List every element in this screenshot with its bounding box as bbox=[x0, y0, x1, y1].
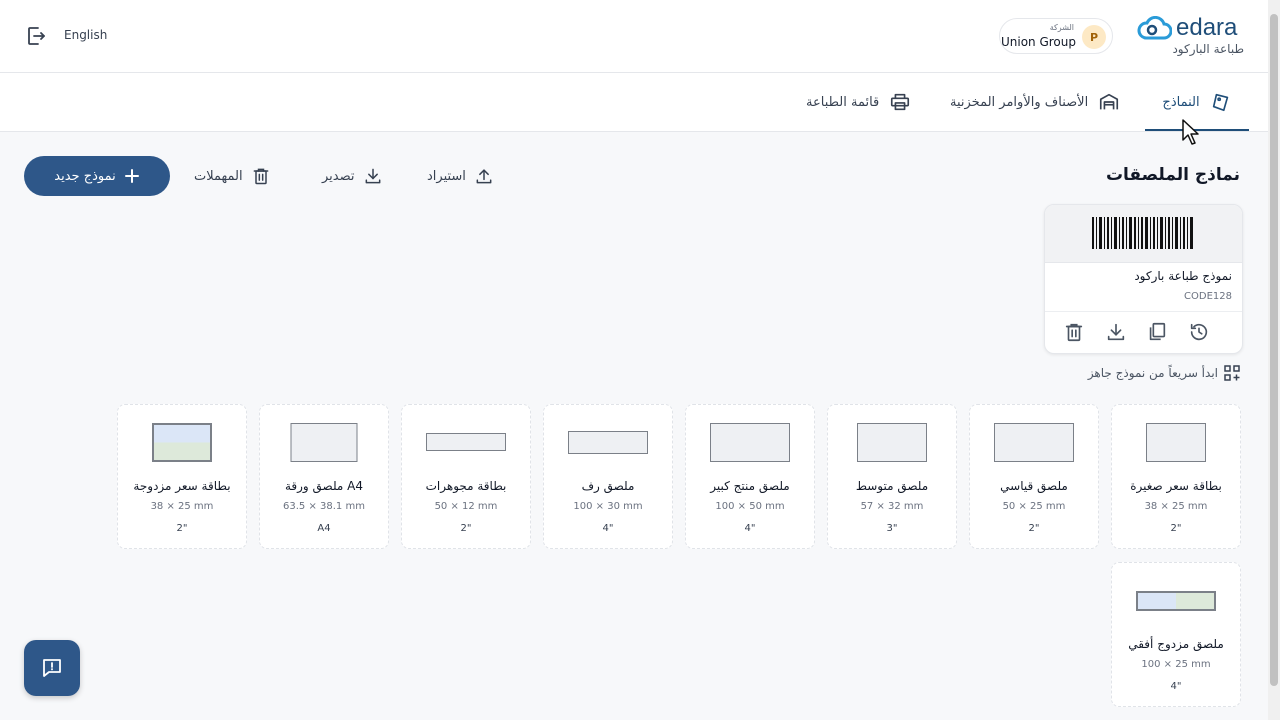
delete-template-icon[interactable] bbox=[1063, 321, 1085, 343]
barcode-icon bbox=[1092, 217, 1193, 249]
preset-name: ملصق متوسط bbox=[855, 479, 929, 493]
preset-size: 57 × 32 mm bbox=[860, 501, 924, 512]
label-shape bbox=[290, 423, 358, 462]
preset-unit: 2" bbox=[1170, 523, 1182, 534]
page-title: نماذج الملصقات bbox=[1105, 165, 1240, 185]
new-template-button[interactable]: نموذج جديد bbox=[24, 156, 170, 196]
quick-start-heading: ابدأ سريعاً من نموذج جاهز bbox=[1088, 365, 1240, 381]
preset-name: ملصق ورقة A4 bbox=[284, 479, 364, 493]
quick-start-label: ابدأ سريعاً من نموذج جاهز bbox=[1087, 366, 1218, 380]
preset-unit: 2" bbox=[1028, 523, 1040, 534]
tab-items-orders[interactable]: الأصناف والأوامر المخزنية bbox=[950, 73, 1120, 131]
preset-name: بطاقة سعر صغيرة bbox=[1130, 479, 1222, 493]
scrollbar-thumb[interactable] bbox=[1270, 14, 1278, 686]
preset-unit: A4 bbox=[317, 523, 331, 534]
tab-label: النماذج bbox=[1162, 94, 1200, 110]
dual-label-shape bbox=[1136, 591, 1216, 611]
company-label: الشركة bbox=[1049, 23, 1074, 32]
template-card[interactable]: نموذج طباعة باركود CODE128 bbox=[1044, 204, 1243, 354]
template-name: نموذج طباعة باركود bbox=[1134, 269, 1232, 283]
label-shape bbox=[994, 423, 1074, 462]
card-divider bbox=[1045, 311, 1242, 312]
trash-icon bbox=[253, 168, 269, 185]
preset-name: بطاقة مجوهرات bbox=[425, 479, 507, 493]
language-switch[interactable]: English bbox=[64, 28, 107, 42]
preset-unit: 2" bbox=[176, 523, 188, 534]
company-name: Union Group bbox=[1000, 35, 1076, 49]
feedback-button[interactable] bbox=[24, 640, 80, 696]
tag-icon bbox=[1212, 93, 1228, 112]
warehouse-icon bbox=[1100, 93, 1119, 110]
preset-size: 100 × 30 mm bbox=[573, 501, 643, 512]
trash-label: المهملات bbox=[194, 168, 243, 184]
preset-name: ملصق مزدوج أفقي bbox=[1128, 637, 1224, 651]
tab-label: قائمة الطباعة bbox=[806, 94, 880, 110]
preset-unit: 4" bbox=[744, 523, 756, 534]
preset-unit: 4" bbox=[602, 523, 614, 534]
preset-name: ملصق قياسي bbox=[1000, 479, 1068, 493]
printer-icon bbox=[891, 93, 910, 111]
download-icon bbox=[365, 168, 380, 184]
import-button[interactable]: استيراد bbox=[427, 164, 494, 188]
main-tabs: النماذج الأصناف والأوامر المخزنية قائمة … bbox=[0, 73, 1268, 132]
app-header: English الشركة Union Group P edara طباعة… bbox=[0, 0, 1268, 73]
brand-name: edara bbox=[1176, 14, 1238, 41]
logout-icon[interactable] bbox=[24, 24, 48, 48]
preset-size: 63.5 × 38.1 mm bbox=[283, 501, 365, 512]
download-template-icon[interactable] bbox=[1105, 321, 1127, 343]
export-label: تصدير bbox=[322, 168, 355, 184]
preset-size: 100 × 50 mm bbox=[715, 501, 785, 512]
label-shape bbox=[426, 433, 506, 451]
preset-card[interactable]: ملصق متوسط 57 × 32 mm 3" bbox=[827, 404, 957, 549]
chat-alert-icon bbox=[43, 659, 61, 677]
plus-icon bbox=[124, 169, 139, 183]
preset-unit: 4" bbox=[1170, 681, 1182, 692]
preset-size: 38 × 25 mm bbox=[150, 501, 214, 512]
preset-card[interactable]: بطاقة مجوهرات 50 × 12 mm 2" bbox=[401, 404, 531, 549]
preset-name: ملصق منتج كبير bbox=[710, 479, 790, 493]
import-label: استيراد bbox=[427, 168, 466, 184]
preset-size: 38 × 25 mm bbox=[1144, 501, 1208, 512]
preset-unit: 3" bbox=[886, 523, 898, 534]
copy-template-icon[interactable] bbox=[1146, 321, 1168, 343]
brand-subtitle: طباعة الباركود bbox=[1172, 42, 1244, 56]
preset-name: بطاقة سعر مزدوجة bbox=[133, 479, 231, 493]
preset-card[interactable]: بطاقة سعر صغيرة 38 × 25 mm 2" bbox=[1111, 404, 1241, 549]
preset-card[interactable]: ملصق رف 100 × 30 mm 4" bbox=[543, 404, 673, 549]
upload-icon bbox=[476, 169, 492, 184]
label-shape bbox=[710, 423, 790, 462]
app-logo: edara طباعة الباركود bbox=[1136, 14, 1252, 60]
label-shape bbox=[857, 423, 927, 462]
label-shape bbox=[568, 431, 648, 454]
tab-label: الأصناف والأوامر المخزنية bbox=[950, 94, 1089, 110]
preset-unit: 2" bbox=[460, 523, 472, 534]
history-icon[interactable] bbox=[1188, 321, 1210, 343]
avatar: P bbox=[1082, 25, 1106, 49]
preset-size: 50 × 25 mm bbox=[1002, 501, 1066, 512]
preset-name: ملصق رف bbox=[581, 479, 635, 493]
template-preview bbox=[1045, 205, 1242, 263]
tab-print-queue[interactable]: قائمة الطباعة bbox=[806, 73, 911, 131]
preset-card[interactable]: بطاقة سعر مزدوجة 38 × 25 mm 2" bbox=[117, 404, 247, 549]
preset-card[interactable]: ملصق قياسي 50 × 25 mm 2" bbox=[969, 404, 1099, 549]
page-scrollbar[interactable] bbox=[1268, 0, 1280, 720]
preset-card[interactable]: ملصق منتج كبير 100 × 50 mm 4" bbox=[685, 404, 815, 549]
trash-button[interactable]: المهملات bbox=[194, 164, 271, 188]
mouse-cursor-icon bbox=[1182, 119, 1199, 145]
company-selector[interactable]: الشركة Union Group P bbox=[999, 18, 1113, 54]
new-template-label: نموذج جديد bbox=[54, 168, 116, 184]
label-shape bbox=[1146, 423, 1206, 462]
preset-size: 50 × 12 mm bbox=[434, 501, 498, 512]
preset-size: 100 × 25 mm bbox=[1141, 659, 1211, 670]
dual-label-shape bbox=[152, 423, 212, 462]
preset-card[interactable]: ملصق مزدوج أفقي 100 × 25 mm 4" bbox=[1111, 562, 1241, 707]
template-code: CODE128 bbox=[1184, 291, 1232, 302]
grid-add-icon bbox=[1224, 365, 1240, 381]
export-button[interactable]: تصدير bbox=[322, 164, 383, 188]
preset-card[interactable]: ملصق ورقة A4 63.5 × 38.1 mm A4 bbox=[259, 404, 389, 549]
cloud-logo-icon bbox=[1137, 16, 1172, 40]
